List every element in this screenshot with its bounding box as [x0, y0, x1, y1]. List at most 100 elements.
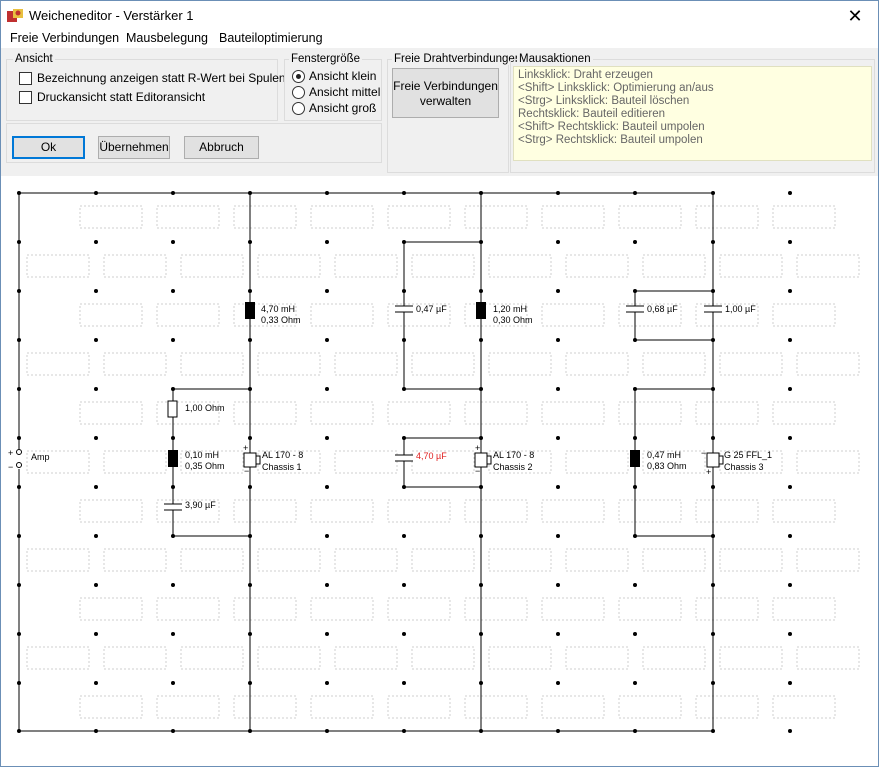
component-slot[interactable]: [310, 303, 374, 327]
grid-dot[interactable]: [171, 240, 175, 244]
radio-dot-klein[interactable]: [292, 69, 305, 83]
grid-dot[interactable]: [171, 681, 175, 685]
component-slot[interactable]: [334, 352, 398, 376]
resistor-r1[interactable]: 1,00 Ohm: [167, 400, 225, 418]
component-slot[interactable]: [233, 597, 297, 621]
component-slot[interactable]: [334, 254, 398, 278]
grid-dot[interactable]: [94, 534, 98, 538]
component-slot[interactable]: [233, 499, 297, 523]
component-slot[interactable]: [334, 646, 398, 670]
component-slot[interactable]: [103, 254, 167, 278]
component-slot[interactable]: [79, 303, 143, 327]
component-slot[interactable]: [488, 646, 552, 670]
component-slot[interactable]: [565, 450, 629, 474]
component-slot[interactable]: [565, 646, 629, 670]
grid-dot[interactable]: [788, 289, 792, 293]
component-slot[interactable]: [618, 205, 682, 229]
checkbox-bezeichnung-box[interactable]: [19, 71, 32, 85]
component-slot[interactable]: [233, 205, 297, 229]
component-slot[interactable]: [411, 646, 475, 670]
component-slot[interactable]: [695, 205, 759, 229]
grid-dot[interactable]: [325, 387, 329, 391]
grid-dot[interactable]: [633, 583, 637, 587]
component-slot[interactable]: [772, 499, 836, 523]
component-slot[interactable]: [618, 499, 682, 523]
grid-dot[interactable]: [325, 289, 329, 293]
grid-dot[interactable]: [325, 681, 329, 685]
component-slot[interactable]: [796, 450, 860, 474]
capacitor-c5[interactable]: 1,00 µF: [704, 304, 756, 314]
component-slot[interactable]: [464, 597, 528, 621]
component-slot[interactable]: [103, 646, 167, 670]
component-slot[interactable]: [642, 646, 706, 670]
component-slot[interactable]: [103, 352, 167, 376]
component-slot[interactable]: [695, 695, 759, 719]
close-button[interactable]: ✕: [832, 1, 878, 31]
radio-ansicht-klein[interactable]: Ansicht klein: [292, 69, 376, 83]
component-slot[interactable]: [488, 548, 552, 572]
component-slot[interactable]: [156, 597, 220, 621]
component-slot[interactable]: [719, 352, 783, 376]
component-slot[interactable]: [156, 695, 220, 719]
component-slot[interactable]: [618, 597, 682, 621]
component-slot[interactable]: [334, 450, 398, 474]
schematic-svg[interactable]: + − Amp 1,00 Ohm 0,10 mH 0,35 Ohm 3,90 µ…: [1, 177, 878, 766]
component-slot[interactable]: [257, 646, 321, 670]
amp-terminals[interactable]: + − Amp: [8, 448, 50, 472]
grid-dot[interactable]: [788, 681, 792, 685]
component-slot[interactable]: [719, 646, 783, 670]
component-slot[interactable]: [103, 548, 167, 572]
component-slot[interactable]: [541, 303, 605, 327]
component-slot[interactable]: [541, 401, 605, 425]
grid-dot[interactable]: [788, 436, 792, 440]
grid-dot[interactable]: [633, 681, 637, 685]
component-slot[interactable]: [411, 254, 475, 278]
component-slot[interactable]: [565, 254, 629, 278]
grid-dot[interactable]: [556, 632, 560, 636]
grid-dot[interactable]: [94, 289, 98, 293]
component-slot[interactable]: [541, 499, 605, 523]
component-slot[interactable]: [233, 401, 297, 425]
checkbox-druckansicht-box[interactable]: [19, 90, 32, 104]
apply-button[interactable]: Übernehmen: [98, 136, 170, 159]
grid-dot[interactable]: [556, 436, 560, 440]
grid-dot[interactable]: [788, 191, 792, 195]
component-slot[interactable]: [310, 695, 374, 719]
component-slot[interactable]: [772, 695, 836, 719]
grid-dot[interactable]: [402, 534, 406, 538]
schematic-canvas[interactable]: + − Amp 1,00 Ohm 0,10 mH 0,35 Ohm 3,90 µ…: [1, 177, 878, 766]
component-slot[interactable]: [695, 499, 759, 523]
grid-dot[interactable]: [402, 583, 406, 587]
inductor-l2[interactable]: 4,70 mH 0,33 Ohm: [245, 302, 301, 325]
component-slot[interactable]: [618, 401, 682, 425]
component-slot[interactable]: [387, 695, 451, 719]
grid-dot[interactable]: [94, 583, 98, 587]
component-slot[interactable]: [642, 548, 706, 572]
component-slot[interactable]: [387, 401, 451, 425]
component-slot[interactable]: [79, 695, 143, 719]
menu-mausbelegung[interactable]: Mausbelegung: [126, 31, 208, 45]
grid-dot[interactable]: [171, 583, 175, 587]
grid-dot[interactable]: [788, 583, 792, 587]
menu-bauteiloptimierung[interactable]: Bauteiloptimierung: [219, 31, 323, 45]
grid-dot[interactable]: [402, 632, 406, 636]
capacitor-c3[interactable]: 4,70 µF: [395, 451, 447, 462]
menu-freie-verbindungen[interactable]: Freie Verbindungen: [10, 31, 119, 45]
component-slot[interactable]: [180, 254, 244, 278]
component-slot[interactable]: [387, 597, 451, 621]
component-slot[interactable]: [334, 548, 398, 572]
component-slot[interactable]: [257, 254, 321, 278]
component-slot[interactable]: [719, 254, 783, 278]
component-slot[interactable]: [796, 352, 860, 376]
component-slot[interactable]: [565, 548, 629, 572]
component-slot[interactable]: [156, 205, 220, 229]
grid-dot[interactable]: [94, 681, 98, 685]
checkbox-bezeichnung[interactable]: Bezeichnung anzeigen statt R-Wert bei Sp…: [19, 71, 286, 85]
component-slot[interactable]: [464, 205, 528, 229]
speaker-chassis-2[interactable]: + − AL 170 - 8 Chassis 2: [474, 443, 534, 476]
grid-dot[interactable]: [94, 240, 98, 244]
grid-dot[interactable]: [556, 681, 560, 685]
radio-ansicht-mittel[interactable]: Ansicht mittel: [292, 85, 380, 99]
component-slot[interactable]: [541, 695, 605, 719]
grid-dot[interactable]: [325, 632, 329, 636]
